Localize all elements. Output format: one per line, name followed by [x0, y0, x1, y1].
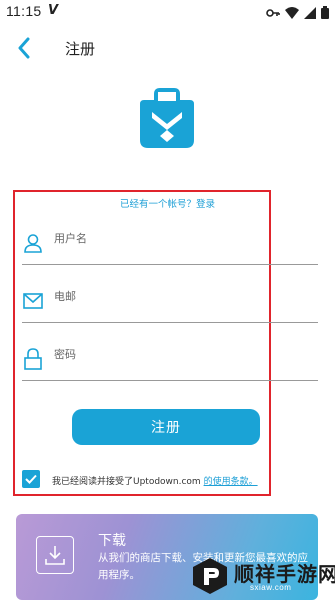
terms-label: 我已经阅读并接受了Uptodown.com — [52, 477, 204, 487]
status-icons — [266, 6, 329, 19]
carrier-icon: V — [48, 3, 59, 18]
lock-icon — [22, 348, 44, 370]
watermark-url: sxiaw.com — [250, 583, 292, 592]
password-input[interactable] — [54, 348, 314, 361]
register-button[interactable]: 注册 — [72, 409, 260, 445]
back-button[interactable] — [12, 34, 36, 62]
signal-icon — [304, 6, 316, 19]
email-divider — [22, 322, 318, 323]
login-link[interactable]: 已经有一个帐号？登录 — [120, 196, 215, 210]
username-divider — [22, 264, 318, 265]
username-input[interactable] — [54, 232, 314, 245]
status-bar: 11:15 V — [0, 0, 335, 26]
page-title: 注册 — [65, 40, 96, 58]
watermark-logo-icon — [193, 558, 227, 594]
email-field — [22, 282, 318, 316]
uptodown-logo — [140, 88, 194, 148]
terms-link[interactable]: 的使用条款。 — [204, 477, 258, 487]
chevron-left-icon — [18, 37, 30, 59]
wifi-icon — [285, 6, 299, 19]
terms-row: 我已经阅读并接受了Uptodown.com 的使用条款。 — [22, 470, 282, 490]
terms-text: 我已经阅读并接受了Uptodown.com 的使用条款。 — [52, 474, 258, 487]
check-icon — [25, 474, 37, 484]
terms-checkbox[interactable] — [22, 470, 40, 488]
app-header: 注册 — [0, 30, 335, 66]
mail-icon — [22, 290, 44, 312]
password-divider — [22, 380, 318, 381]
status-time: 11:15 — [6, 3, 42, 19]
download-title: 下载 — [98, 533, 126, 549]
site-watermark: 顺祥手游网 sxiaw.com — [190, 552, 335, 600]
username-field — [22, 224, 318, 258]
key-icon — [266, 8, 280, 17]
email-input[interactable] — [54, 290, 314, 303]
battery-icon — [321, 6, 329, 19]
password-field — [22, 340, 318, 374]
user-icon — [22, 232, 44, 254]
download-icon — [36, 536, 74, 574]
